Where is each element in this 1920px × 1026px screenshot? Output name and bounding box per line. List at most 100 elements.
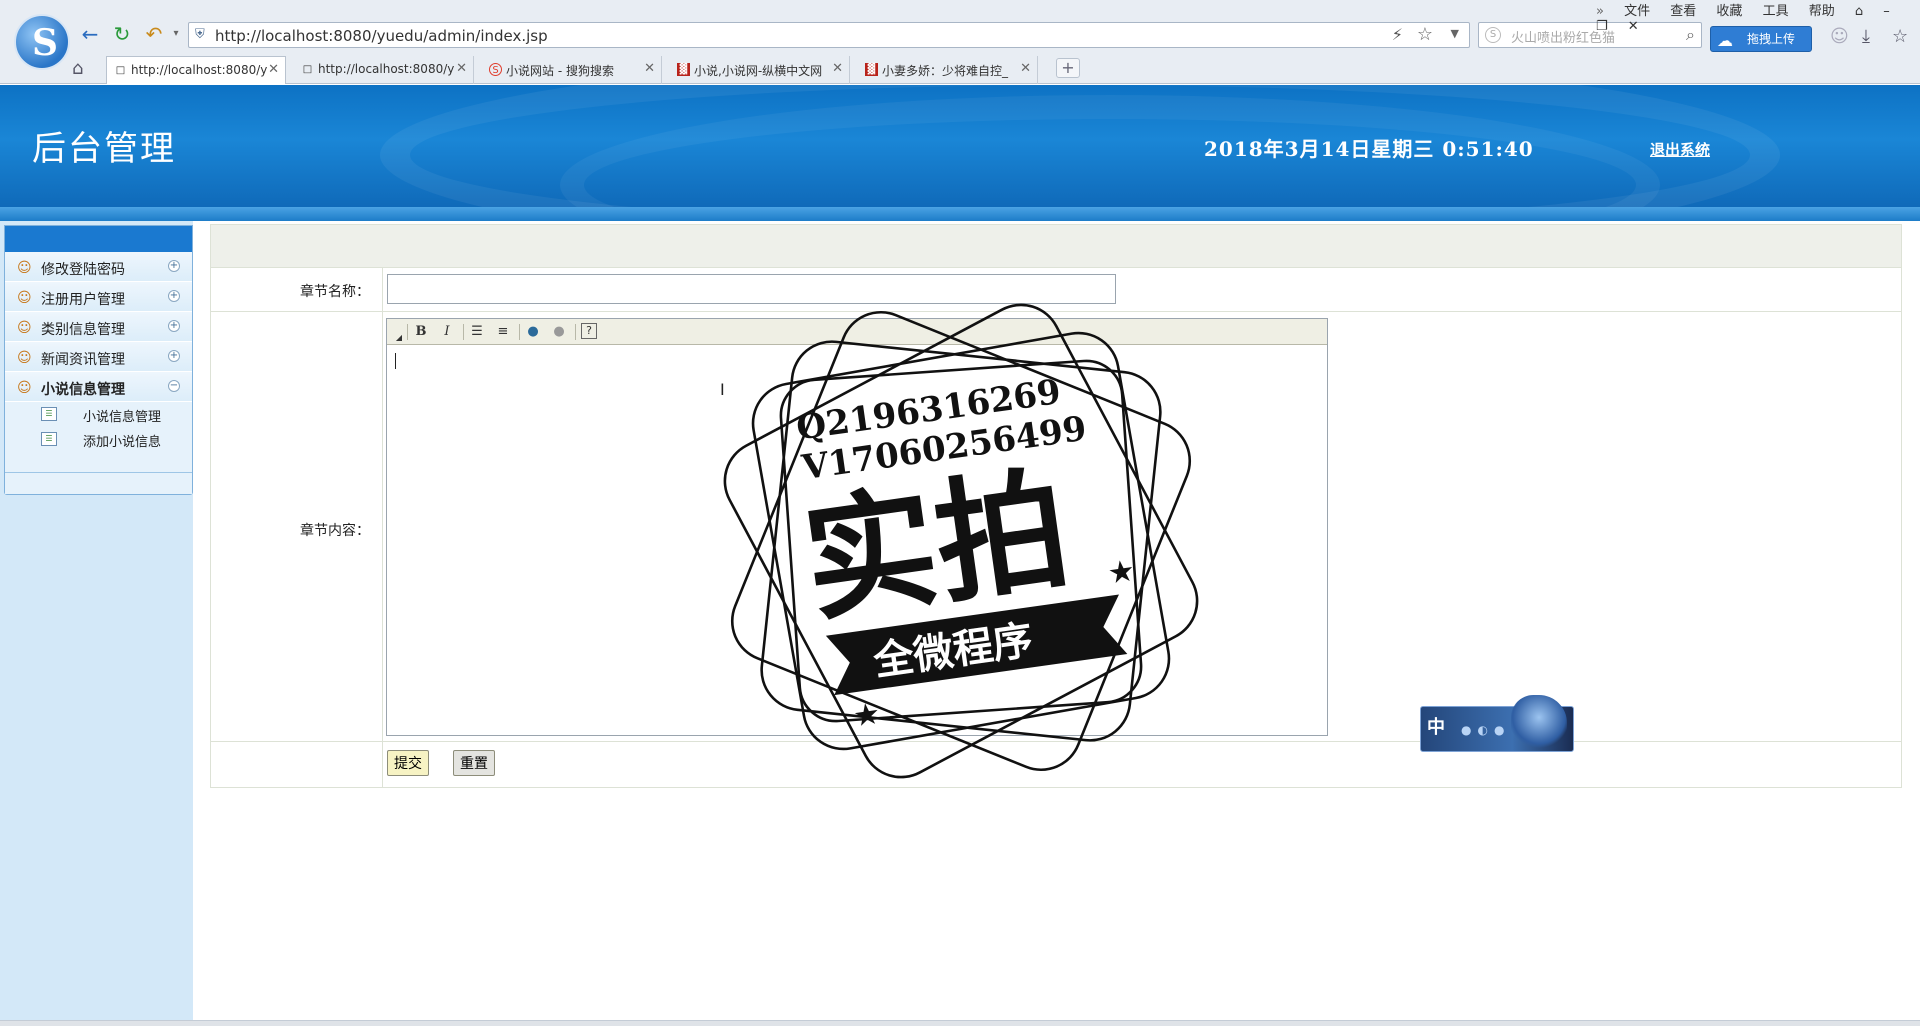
star-icon: ★ [1106,553,1138,591]
logout-link[interactable]: 退出系统 [1650,139,1710,160]
tab-close-icon[interactable]: ✕ [268,62,279,77]
search-box[interactable]: S 火山喷出粉红色猫 ⌕ [1478,22,1702,48]
expand-icon[interactable]: + [168,320,180,332]
browser-logo-icon[interactable]: S [14,14,70,70]
current-datetime: 2018年3月14日星期三 0:51:40 [1204,137,1534,161]
upload-button[interactable]: ☁ 拖拽上传 [1710,26,1812,52]
unlink-icon[interactable]: ● [549,323,569,341]
sidebar-group-news[interactable]: ☺ 新闻资讯管理 + [5,342,192,372]
expand-icon[interactable]: + [168,260,180,272]
sidebar-header [5,226,192,252]
sidebar-group-label: 注册用户管理 [41,292,125,308]
link-icon[interactable]: ● [523,323,543,341]
skin-icon[interactable]: ⌂ [1855,4,1863,19]
chapter-name-label: 章节名称： [211,268,383,311]
home-icon[interactable]: ⌂ [72,58,83,79]
sidebar-group-novels[interactable]: ☺ 小说信息管理 − [5,372,192,402]
tab-close-icon[interactable]: ✕ [456,61,467,76]
sidebar-group-label: 小说信息管理 [41,382,125,398]
browser-menu-bar: » 文件 查看 收藏 工具 帮助 ⌂ – ❐ ✕ [1596,0,1920,34]
security-shield-icon: ⛨ [195,27,205,42]
favorite-star-icon[interactable]: ☆ [1417,24,1433,45]
expand-icon[interactable]: + [168,350,180,362]
emoji-icon[interactable]: ☺ [1830,26,1849,47]
zongheng-icon: ▓ [677,63,690,76]
star-icon: ★ [851,696,883,734]
users-icon: ☺ [17,380,32,396]
close-window-icon[interactable]: ✕ [1628,19,1639,34]
page-title: 后台管理 [32,129,176,169]
address-bar[interactable]: ⛨ http://localhost:8080/yuedu/admin/inde… [188,22,1470,48]
menu-view[interactable]: 查看 [1670,4,1696,19]
ime-skin-image [1511,695,1567,751]
bold-icon[interactable]: B [411,323,431,341]
users-icon: ☺ [17,320,32,336]
restore-icon[interactable]: ❐ [1596,19,1608,34]
tab-4[interactable]: ▓ 小说,小说网-纵横中文网 ✕ [670,56,850,84]
speed-mode-icon[interactable]: ⚡ [1392,25,1403,44]
minimize-icon[interactable]: – [1883,4,1890,19]
sidebar-group-label: 类别信息管理 [41,322,125,338]
chapter-content-label: 章节内容： [211,312,383,741]
ime-options-icon[interactable]: ●◐● [1461,723,1510,737]
users-icon: ☺ [17,290,32,306]
search-icon[interactable]: ⌕ [1686,25,1695,45]
actions-label-cell [211,742,383,787]
tab-title: 小说网站 - 搜狗搜索 [506,64,614,78]
search-engine-icon[interactable]: S [1485,27,1501,43]
toolbar-separator [575,324,576,340]
header-band [0,207,1920,221]
address-dropdown-icon[interactable]: ▼ [1451,27,1459,40]
tab-close-icon[interactable]: ✕ [644,61,655,76]
tab-5[interactable]: ▓ 小妻多娇：少将难自控_ ✕ [858,56,1038,84]
sidebar-item-novel-manage[interactable]: ☰ 小说信息管理 [5,402,192,427]
help-icon[interactable]: ? [581,323,597,339]
tab-3[interactable]: S 小说网站 - 搜狗搜索 ✕ [482,56,662,84]
tab-title: 小妻多娇：少将难自控_ [882,64,1009,78]
submit-button[interactable]: 提交 [387,750,429,776]
sidebar-item-novel-add[interactable]: ☰ 添加小说信息 [5,427,192,452]
expand-icon[interactable]: + [168,290,180,302]
menu-help[interactable]: 帮助 [1809,4,1835,19]
tab-close-icon[interactable]: ✕ [832,61,843,76]
sidebar-group-password[interactable]: ☺ 修改登陆密码 + [5,252,192,282]
menu-more-icon[interactable]: » [1596,4,1604,19]
new-tab-button[interactable]: + [1056,58,1080,78]
menu-tools[interactable]: 工具 [1763,4,1789,19]
undo-close-icon[interactable]: ↶ [142,22,166,46]
list-doc-icon: ☰ [41,407,57,421]
refresh-icon[interactable]: ↻ [110,22,134,46]
sidebar: ☺ 修改登陆密码 + ☺ 注册用户管理 + ☺ 类别信息管理 + ☺ 新闻资讯管… [0,221,193,1020]
sidebar-item-label: 添加小说信息 [83,435,162,450]
tab-2[interactable]: □ http://localhost:8080/y ✕ [294,56,474,84]
tab-1[interactable]: □ http://localhost:8080/y ✕ [106,56,286,84]
undo-dropdown-icon[interactable]: ▾ [164,22,188,46]
sidebar-group-label: 修改登陆密码 [41,262,125,278]
browser-status-bar [0,1020,1920,1026]
ordered-list-icon[interactable]: ☰ [467,323,487,341]
page-icon: □ [302,64,313,75]
text-cursor-icon: I [720,380,725,399]
collapse-icon[interactable]: − [168,380,180,392]
settings-star-icon[interactable]: ☆ [1892,26,1908,47]
zongheng-icon: ▓ [865,63,878,76]
menu-favorites[interactable]: 收藏 [1716,4,1742,19]
sidebar-group-users[interactable]: ☺ 注册用户管理 + [5,282,192,312]
ime-toolbar[interactable]: 中 ●◐● [1420,695,1574,752]
browser-chrome: S ← ↻ ↶ ▾ ⛨ http://localhost:8080/yuedu/… [0,0,1920,84]
sidebar-menu: ☺ 修改登陆密码 + ☺ 注册用户管理 + ☺ 类别信息管理 + ☺ 新闻资讯管… [4,225,193,495]
menu-file[interactable]: 文件 [1624,4,1650,19]
tab-title: http://localhost:8080/y [131,63,268,77]
back-icon[interactable]: ← [78,22,102,46]
cloud-icon: ☁ [1717,31,1733,50]
address-url[interactable]: http://localhost:8080/yuedu/admin/index.… [215,27,548,45]
reset-button[interactable]: 重置 [453,750,495,776]
download-icon[interactable]: ⤓ [1862,26,1870,47]
sidebar-group-label: 新闻资讯管理 [41,352,125,368]
sidebar-group-categories[interactable]: ☺ 类别信息管理 + [5,312,192,342]
italic-icon[interactable]: I [437,323,457,341]
ime-mode[interactable]: 中 [1427,713,1445,739]
form-header-band [210,224,1902,268]
tab-close-icon[interactable]: ✕ [1020,61,1031,76]
unordered-list-icon[interactable]: ≡ [493,323,513,341]
